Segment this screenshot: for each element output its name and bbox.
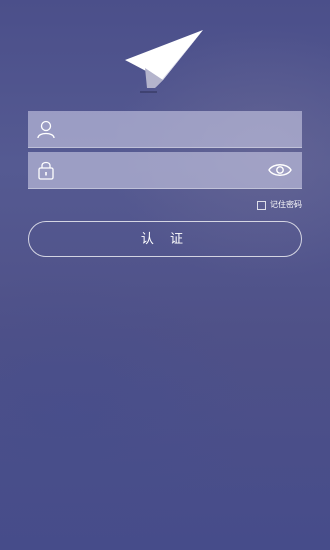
remember-password-checkbox[interactable]: 记住密码 — [257, 199, 302, 211]
eye-icon[interactable] — [268, 161, 292, 179]
password-input[interactable] — [66, 152, 266, 189]
password-field[interactable] — [28, 152, 302, 189]
user-icon — [37, 120, 55, 139]
login-screen: 记住密码 认 证 — [0, 0, 330, 550]
remember-password-label: 记住密码 — [270, 200, 302, 209]
paper-plane-icon — [125, 30, 203, 93]
username-input[interactable] — [66, 111, 266, 148]
lock-icon — [38, 161, 54, 180]
username-field[interactable] — [28, 111, 302, 148]
checkbox-icon[interactable] — [257, 200, 266, 210]
authenticate-button[interactable]: 认 证 — [28, 221, 302, 257]
